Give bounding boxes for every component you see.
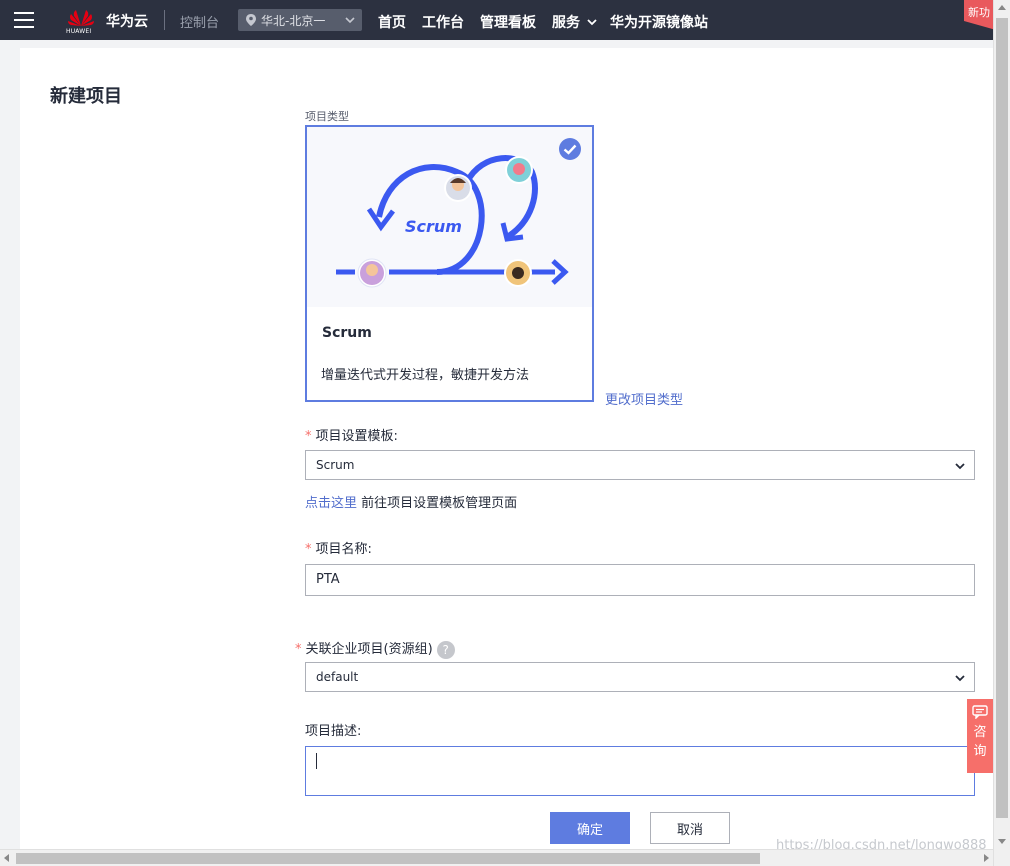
project-name-value: PTA [316, 572, 340, 587]
page-title: 新建项目 [50, 86, 122, 107]
template-select[interactable]: Scrum [305, 450, 975, 480]
description-textarea[interactable] [305, 746, 975, 796]
chevron-down-icon [345, 17, 355, 24]
chevron-down-icon [587, 19, 597, 26]
nav-services-label: 服务 [552, 15, 580, 31]
template-hint: 点击这里 前往项目设置模板管理页面 [305, 492, 517, 511]
template-manage-link[interactable]: 点击这里 [305, 496, 357, 511]
topbar-divider [164, 10, 165, 30]
confirm-button[interactable]: 确定 [550, 812, 630, 844]
selected-check-icon [559, 138, 581, 160]
nav-dashboard[interactable]: 管理看板 [480, 12, 536, 32]
consult-text-2: 询 [973, 744, 987, 759]
template-label: * 项目设置模板: [305, 425, 398, 444]
vertical-scrollbar[interactable] [993, 0, 1010, 866]
chat-icon [972, 705, 988, 720]
consult-text-1: 咨 [973, 725, 987, 740]
project-type-label: 项目类型 [305, 110, 349, 123]
brand-name[interactable]: 华为云 [106, 11, 148, 31]
help-icon[interactable]: ? [436, 640, 455, 659]
menu-icon[interactable] [14, 12, 34, 28]
required-asterisk: * [305, 429, 312, 444]
template-label-text: 项目设置模板: [315, 429, 398, 444]
description-label: 项目描述: [305, 724, 362, 739]
chevron-down-icon [955, 675, 965, 682]
new-feature-ribbon[interactable]: 新功 [964, 0, 996, 30]
horizontal-scroll-thumb[interactable] [16, 853, 760, 864]
console-link[interactable]: 控制台 [180, 12, 219, 31]
text-caret [316, 753, 317, 769]
top-navigation-bar: HUAWEI 华为云 控制台 华北-北京一 首页 工作台 管理看板 服务 华为开… [0, 0, 1010, 40]
enterprise-project-label-text: 关联企业项目(资源组) [305, 642, 433, 657]
logo-text: HUAWEI [66, 28, 92, 35]
project-type-name: Scrum [322, 325, 372, 341]
cancel-button[interactable]: 取消 [650, 812, 730, 844]
enterprise-project-label: * 关联企业项目(资源组)? [295, 638, 455, 659]
nav-workbench[interactable]: 工作台 [422, 12, 464, 32]
enterprise-project-value: default [316, 670, 359, 684]
nav-mirror-site[interactable]: 华为开源镜像站 [610, 12, 708, 32]
project-type-card-scrum[interactable]: Scrum [305, 125, 594, 402]
project-name-input[interactable]: PTA [305, 564, 975, 596]
region-selector[interactable]: 华北-北京一 [238, 9, 362, 31]
scrum-illustration: Scrum [307, 127, 592, 307]
template-hint-text: 前往项目设置模板管理页面 [357, 496, 518, 511]
template-select-value: Scrum [316, 458, 355, 472]
chevron-down-icon [955, 463, 965, 470]
change-project-type-link[interactable]: 更改项目类型 [605, 389, 683, 408]
region-label: 华北-北京一 [261, 13, 326, 28]
horizontal-scrollbar[interactable] [0, 849, 993, 866]
scroll-right-arrow-icon[interactable] [984, 854, 989, 862]
project-type-description: 增量迭代式开发过程，敏捷开发方法 [321, 368, 530, 383]
required-asterisk: * [305, 542, 312, 557]
scroll-up-arrow-icon[interactable] [998, 5, 1006, 10]
scroll-left-arrow-icon[interactable] [4, 854, 9, 862]
location-pin-icon [246, 14, 256, 26]
project-name-label-text: 项目名称: [315, 542, 372, 557]
svg-text:Scrum: Scrum [405, 217, 462, 236]
project-name-label: * 项目名称: [305, 538, 372, 557]
enterprise-project-select[interactable]: default [305, 662, 975, 692]
scroll-down-arrow-icon[interactable] [998, 839, 1006, 844]
nav-home[interactable]: 首页 [378, 12, 406, 32]
consult-float-button[interactable]: 咨 询 [967, 699, 993, 773]
vertical-scroll-thumb[interactable] [996, 18, 1008, 818]
nav-services[interactable]: 服务 [552, 12, 597, 32]
required-asterisk: * [295, 642, 302, 657]
